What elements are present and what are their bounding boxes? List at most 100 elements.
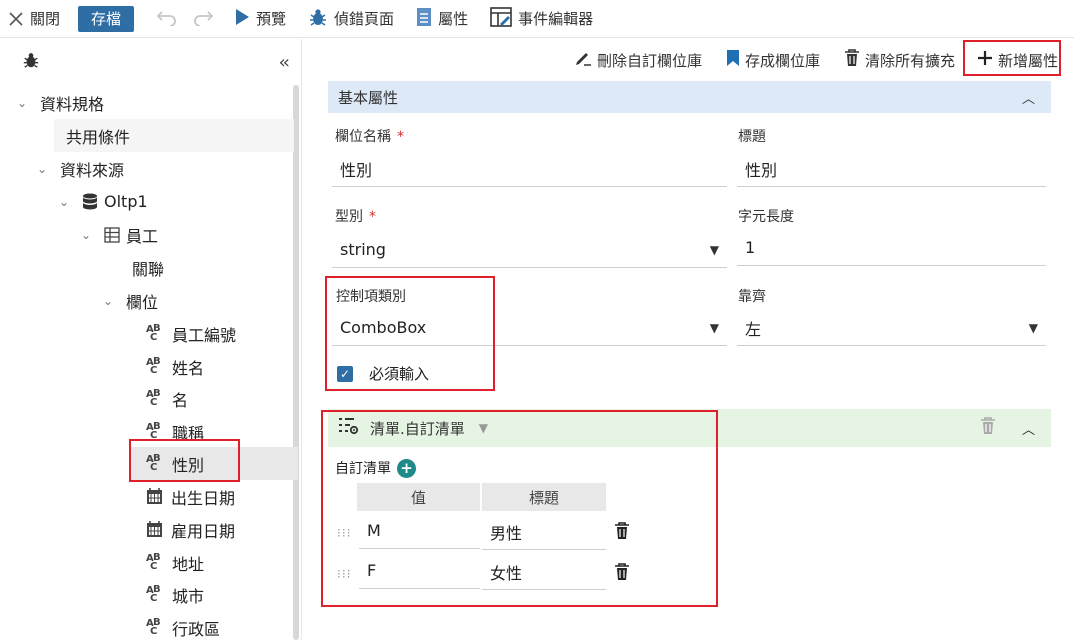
save-button[interactable]: 存檔 (78, 5, 135, 32)
debug-label: 偵錯頁面 (334, 10, 395, 28)
tree-label: 地址 (172, 554, 205, 574)
redo-icon (192, 10, 214, 30)
tree-node-relations[interactable]: 關聯 (132, 251, 164, 284)
tree-field-first-name[interactable]: ABC 名 (146, 382, 188, 415)
properties-button[interactable]: 屬性 (416, 7, 468, 31)
chevron-down-icon[interactable]: ⌄ (78, 228, 94, 242)
field-name-label: 欄位名稱 * (335, 129, 404, 145)
calendar-icon (146, 488, 163, 505)
tree-label: 城市 (172, 586, 205, 606)
chevron-down-icon[interactable]: ⌄ (56, 195, 72, 209)
tree-field-address[interactable]: ABC 地址 (146, 546, 204, 579)
bug-icon (308, 7, 328, 31)
sidebar-header: ‹‹ (0, 39, 301, 85)
toolbar: 關閉 存檔 預覽 偵錯頁面 屬性 事件編輯器 (0, 0, 1074, 38)
close-icon (8, 11, 24, 27)
tree-field-birth-date[interactable]: 出生日期 (146, 480, 235, 513)
text-field-icon: ABC (146, 616, 161, 637)
dropdown-caret-icon: ▼ (709, 242, 719, 257)
tree-node-fields[interactable]: ⌄ 欄位 (100, 284, 158, 317)
text-field-icon: ABC (146, 583, 161, 604)
undo-button[interactable] (156, 8, 178, 30)
chevron-down-icon[interactable]: ⌄ (100, 294, 116, 308)
trash-icon[interactable] (980, 417, 996, 439)
chevron-down-icon[interactable]: ⌄ (34, 162, 50, 176)
tree-field-district[interactable]: ABC 行政區 (146, 611, 220, 640)
tree-label: 雇用日期 (171, 521, 236, 541)
highlight-box (325, 276, 495, 391)
dropdown-caret-icon: ▼ (709, 320, 719, 335)
delete-custom-field-library-button[interactable]: 刪除自訂欄位庫 (574, 49, 702, 71)
tree-field-employee-id[interactable]: ABC 員工編號 (146, 317, 236, 350)
length-input[interactable]: 1 (737, 230, 1046, 266)
bookmark-icon (726, 49, 740, 71)
clear-all-extensions-button[interactable]: 清除所有擴充 (844, 49, 955, 71)
preview-button[interactable]: 預覽 (234, 8, 286, 30)
tree-label: 共用條件 (66, 127, 131, 147)
tree-label: 姓名 (172, 358, 205, 378)
tree-field-hire-date[interactable]: 雇用日期 (146, 513, 235, 546)
type-value: string (340, 240, 386, 259)
field-name-input[interactable]: 性別 (332, 151, 727, 187)
tree-node-data-spec[interactable]: ⌄ 資料規格 (14, 86, 104, 119)
field-name-value: 性別 (340, 160, 373, 180)
tree-field-city[interactable]: ABC 城市 (146, 578, 204, 611)
tree-label: 員工編號 (172, 325, 237, 345)
highlight-box (129, 439, 240, 482)
tree-label: 員工 (126, 226, 159, 246)
text-field-icon: ABC (146, 387, 161, 408)
properties-label: 屬性 (438, 10, 469, 28)
tree-label: 行政區 (172, 619, 221, 639)
redo-button[interactable] (192, 8, 214, 30)
align-label: 靠齊 (738, 289, 766, 305)
action-label: 清除所有擴充 (864, 51, 955, 70)
type-label: 型別 * (335, 209, 376, 225)
tree-label: 名 (172, 390, 189, 410)
event-editor-button[interactable]: 事件編輯器 (490, 6, 593, 31)
event-editor-icon (490, 6, 512, 31)
action-label: 存成欄位庫 (744, 51, 820, 70)
tree-node-employees[interactable]: ⌄ 員工 (78, 218, 158, 251)
collapse-sidebar-button[interactable]: ‹‹ (279, 52, 291, 73)
sidebar: ‹‹ ⌄ 資料規格 共用條件 ⌄ 資料來源 ⌄ Oltp1 ⌄ 員工 關聯 ⌄ … (0, 39, 302, 640)
tree-label: 資料來源 (60, 160, 125, 180)
tree-label: Oltp1 (104, 192, 148, 211)
highlight-box (963, 40, 1061, 76)
text-field-icon: ABC (146, 420, 161, 441)
sidebar-scrollbar[interactable] (293, 85, 299, 640)
text-field-icon: ABC (146, 355, 161, 376)
text-field-icon: ABC (146, 322, 161, 343)
align-select[interactable]: 左 ▼ (737, 310, 1046, 346)
title-label: 標題 (738, 129, 766, 145)
dropdown-caret-icon: ▼ (1028, 320, 1038, 335)
section-title: 基本屬性 (338, 88, 399, 107)
tree-label: 欄位 (126, 292, 159, 312)
title-input[interactable]: 性別 (737, 151, 1046, 187)
type-select[interactable]: string ▼ (332, 232, 727, 268)
preview-label: 預覽 (256, 10, 287, 28)
highlight-box (321, 410, 718, 607)
length-label: 字元長度 (738, 209, 794, 225)
save-as-field-library-button[interactable]: 存成欄位庫 (726, 49, 820, 71)
tree-node-oltp1[interactable]: ⌄ Oltp1 (56, 185, 148, 218)
tree-node-data-source[interactable]: ⌄ 資料來源 (34, 152, 124, 185)
database-icon (82, 193, 98, 211)
chevron-down-icon[interactable]: ⌄ (14, 96, 30, 110)
debug-button[interactable]: 偵錯頁面 (308, 7, 394, 31)
chevron-up-icon[interactable]: ︿ (1022, 419, 1035, 438)
tree-field-last-name[interactable]: ABC 姓名 (146, 350, 204, 383)
bug-icon (22, 51, 40, 73)
title-value: 性別 (745, 160, 778, 180)
length-value: 1 (745, 238, 756, 257)
text-field-icon: ABC (146, 551, 161, 572)
close-button[interactable]: 關閉 (8, 8, 60, 29)
tree-label: 資料規格 (40, 94, 105, 114)
properties-icon (416, 7, 432, 31)
basic-properties-header[interactable]: 基本屬性 ︿ (328, 81, 1051, 113)
action-label: 刪除自訂欄位庫 (596, 51, 702, 70)
tree-label: 出生日期 (171, 488, 236, 508)
table-icon (104, 226, 120, 243)
chevron-up-icon[interactable]: ︿ (1022, 88, 1035, 107)
calendar-icon (146, 521, 163, 538)
tree-node-common-conditions[interactable]: 共用條件 (54, 119, 294, 152)
